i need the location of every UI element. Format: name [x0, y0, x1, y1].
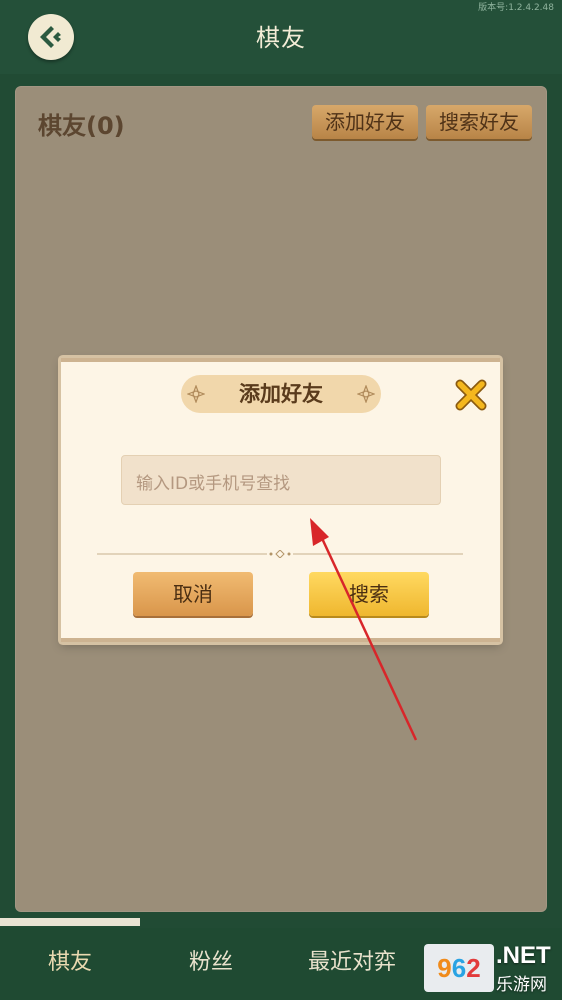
search-input-placeholder: 输入ID或手机号查找 [136, 474, 291, 494]
watermark-digit: 9 [437, 953, 452, 983]
watermark-digit: 6 [451, 953, 467, 983]
close-icon [455, 379, 487, 411]
dialog-title: 添加好友 [239, 382, 323, 406]
active-tab-indicator [0, 918, 140, 926]
search-button[interactable]: 搜索 [309, 572, 429, 616]
close-dialog-button[interactable] [454, 378, 488, 412]
cancel-button[interactable]: 取消 [133, 572, 253, 616]
tab-fans[interactable]: 粉丝 [141, 944, 281, 976]
version-label: 版本号:1.2.4.2.48 [478, 3, 554, 13]
tab-recent-games[interactable]: 最近对弈 [282, 944, 422, 976]
dialog-bottom-border [61, 638, 500, 642]
watermark-cn-text: 乐游网 [496, 975, 547, 995]
add-friend-dialog: 添加好友 输入ID或手机号查找 取消 搜索 [61, 358, 500, 642]
ornament-icon [187, 385, 205, 403]
ornamental-divider [97, 550, 463, 558]
add-friend-button[interactable]: 添加好友 [312, 105, 418, 139]
friends-count-title: 棋友(0) [38, 112, 125, 140]
page-title: 棋友 [256, 24, 306, 52]
tab-friends[interactable]: 棋友 [0, 944, 140, 976]
id-or-phone-search-input[interactable]: 输入ID或手机号查找 [121, 455, 441, 505]
site-watermark: 962 .NET 乐游网 [424, 940, 558, 996]
dialog-top-border [61, 358, 500, 362]
top-bar: 版本号:1.2.4.2.48 棋友 [0, 0, 562, 74]
watermark-logo: 962 [424, 944, 494, 992]
dialog-title-banner: 添加好友 [181, 375, 381, 413]
watermark-digit: 2 [466, 953, 481, 983]
search-friend-button[interactable]: 搜索好友 [426, 105, 532, 139]
ornament-icon [357, 385, 375, 403]
watermark-net-text: .NET [496, 942, 551, 969]
